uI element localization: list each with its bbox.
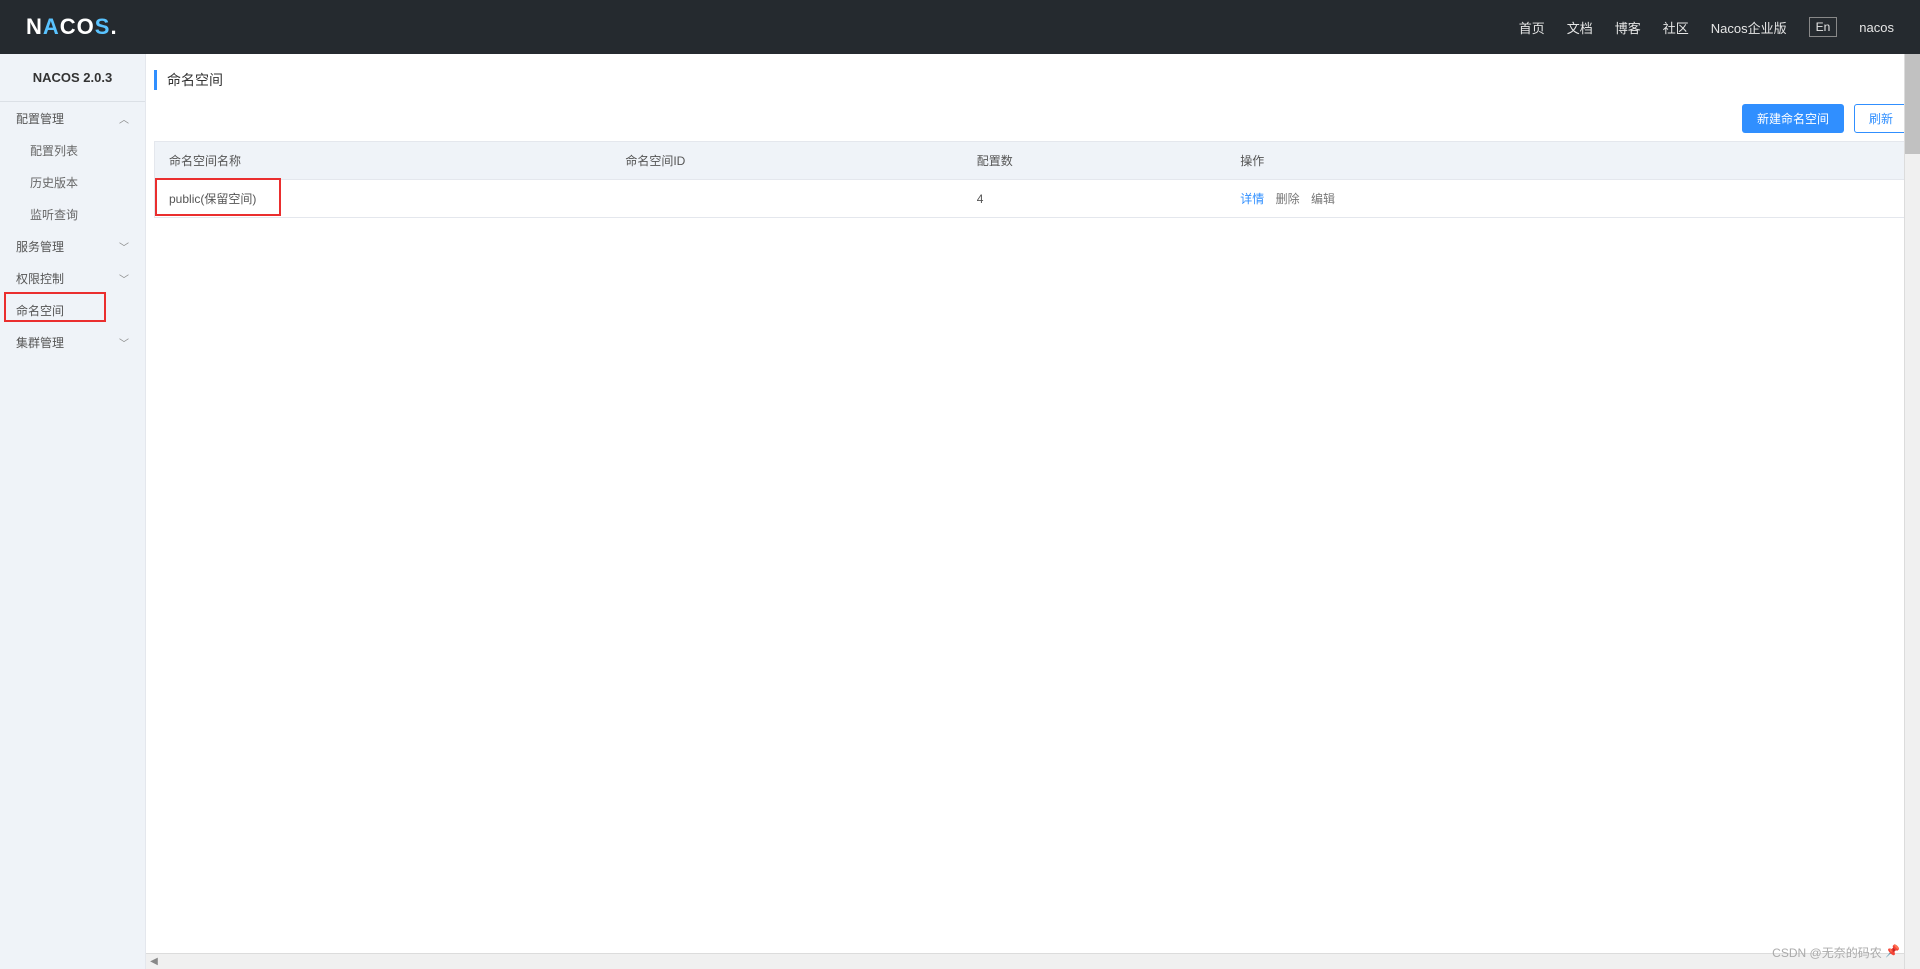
watermark-text: CSDN @无奈的码农 (1772, 946, 1882, 960)
nav-enterprise[interactable]: Nacos企业版 (1711, 18, 1787, 37)
main-content: 命名空间 新建命名空间 刷新 命名空间名称 命名空间ID 配置数 操作 (146, 54, 1920, 969)
col-config-count: 配置数 (963, 142, 1227, 180)
action-delete[interactable]: 删除 (1276, 192, 1300, 206)
sidebar-item-label: 集群管理 (16, 334, 64, 351)
col-namespace-id: 命名空间ID (611, 142, 962, 180)
vertical-scrollbar[interactable] (1904, 54, 1920, 969)
namespace-name-text: public(保留空间) (169, 192, 256, 206)
sidebar-version: NACOS 2.0.3 (0, 54, 145, 102)
page-title: 命名空间 (167, 70, 223, 90)
logo: NACOS. (26, 14, 118, 40)
cell-namespace-id (611, 180, 962, 218)
action-detail[interactable]: 详情 (1240, 192, 1264, 206)
col-namespace-name: 命名空间名称 (155, 142, 612, 180)
chevron-down-icon: ﹀ (119, 335, 129, 350)
sidebar-item-namespace[interactable]: 命名空间 (0, 294, 145, 326)
user-name[interactable]: nacos (1859, 20, 1894, 35)
namespace-table: 命名空间名称 命名空间ID 配置数 操作 public(保留空间) 4 (154, 141, 1912, 218)
horizontal-scrollbar[interactable]: ◀ (146, 953, 1904, 969)
chevron-down-icon: ﹀ (119, 271, 129, 286)
table-header-row: 命名空间名称 命名空间ID 配置数 操作 (155, 142, 1912, 180)
cell-namespace-name: public(保留空间) (155, 180, 612, 218)
sidebar-item-service-mgmt[interactable]: 服务管理 ﹀ (0, 230, 145, 262)
app-body: NACOS 2.0.3 配置管理 ︿ 配置列表 历史版本 监听查询 服务管理 ﹀… (0, 54, 1920, 969)
pin-icon: 📌 (1885, 944, 1900, 958)
app-header: NACOS. 首页 文档 博客 社区 Nacos企业版 En nacos (0, 0, 1920, 54)
sidebar-item-config-list[interactable]: 配置列表 (0, 134, 145, 166)
sidebar-item-label: 监听查询 (30, 206, 78, 223)
nav-home[interactable]: 首页 (1519, 18, 1545, 37)
watermark: CSDN @无奈的码农 📌 (1772, 944, 1900, 961)
title-accent-bar (154, 70, 157, 90)
sidebar-item-cluster-mgmt[interactable]: 集群管理 ﹀ (0, 326, 145, 358)
sidebar-item-label: 命名空间 (16, 302, 64, 319)
chevron-down-icon: ﹀ (119, 239, 129, 254)
refresh-button[interactable]: 刷新 (1854, 104, 1908, 133)
nav-docs[interactable]: 文档 (1567, 18, 1593, 37)
logo-text: NACOS. (26, 14, 118, 40)
nav-blog[interactable]: 博客 (1615, 18, 1641, 37)
cell-actions: 详情 删除 编辑 (1226, 180, 1911, 218)
language-toggle[interactable]: En (1809, 17, 1838, 37)
header-nav: 首页 文档 博客 社区 Nacos企业版 En nacos (1519, 17, 1894, 37)
sidebar-item-history-version[interactable]: 历史版本 (0, 166, 145, 198)
new-namespace-button[interactable]: 新建命名空间 (1742, 104, 1844, 133)
sidebar-item-label: 权限控制 (16, 270, 64, 287)
sidebar-item-label: 配置列表 (30, 142, 78, 159)
action-edit[interactable]: 编辑 (1311, 192, 1335, 206)
sidebar: NACOS 2.0.3 配置管理 ︿ 配置列表 历史版本 监听查询 服务管理 ﹀… (0, 54, 146, 969)
chevron-up-icon: ︿ (119, 111, 129, 126)
sidebar-item-config-mgmt[interactable]: 配置管理 ︿ (0, 102, 145, 134)
nav-community[interactable]: 社区 (1663, 18, 1689, 37)
sidebar-item-label: 配置管理 (16, 110, 64, 127)
sidebar-item-listen-query[interactable]: 监听查询 (0, 198, 145, 230)
toolbar: 新建命名空间 刷新 (146, 96, 1920, 141)
vertical-scrollbar-thumb[interactable] (1905, 54, 1920, 154)
cell-config-count: 4 (963, 180, 1227, 218)
sidebar-item-access-control[interactable]: 权限控制 ﹀ (0, 262, 145, 294)
page-title-wrap: 命名空间 (146, 54, 1920, 96)
sidebar-item-label: 历史版本 (30, 174, 78, 191)
col-actions: 操作 (1226, 142, 1911, 180)
scrollbar-left-arrow-icon[interactable]: ◀ (146, 956, 162, 967)
sidebar-item-label: 服务管理 (16, 238, 64, 255)
table-row: public(保留空间) 4 详情 删除 编辑 (155, 180, 1912, 218)
